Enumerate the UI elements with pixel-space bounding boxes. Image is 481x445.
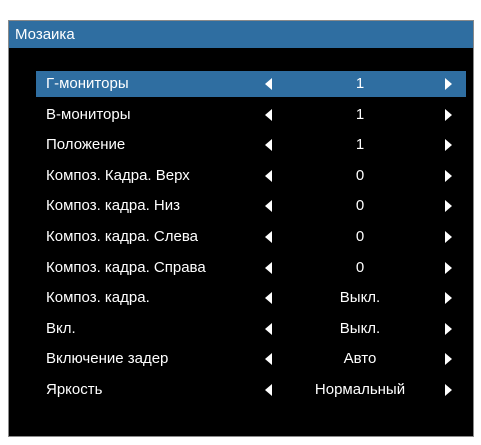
setting-value: Нормальный [314, 380, 406, 398]
triangle-right-icon[interactable] [445, 108, 452, 121]
triangle-left-icon[interactable] [265, 322, 272, 335]
setting-value: 1 [355, 105, 365, 123]
setting-value: 1 [355, 75, 365, 92]
triangle-left-icon[interactable] [265, 292, 272, 305]
triangle-right-icon[interactable] [445, 353, 452, 366]
triangle-left-icon[interactable] [265, 383, 272, 396]
setting-value: Выкл. [339, 319, 381, 337]
menu-title: Мозаика [9, 21, 473, 48]
setting-label: Включение задер [46, 350, 169, 368]
setting-row-brightness[interactable]: Яркость Нормальный [36, 377, 466, 403]
setting-row-position[interactable]: Положение 1 [36, 132, 466, 158]
setting-label: Композ. кадра. Слева [46, 227, 198, 245]
setting-row-h-monitors[interactable]: Г-мониторы 1 [36, 71, 466, 97]
setting-value: 0 [355, 197, 365, 215]
triangle-left-icon[interactable] [265, 108, 272, 121]
setting-row-enable[interactable]: Вкл. Выкл. [36, 316, 466, 342]
setting-row-switch-delay[interactable]: Включение задер Авто [36, 346, 466, 372]
triangle-right-icon[interactable] [445, 139, 452, 152]
setting-label: Вкл. [46, 319, 76, 337]
setting-value: 0 [355, 227, 365, 245]
setting-label: Яркость [46, 380, 103, 398]
setting-value: 1 [355, 136, 365, 154]
setting-value: Авто [343, 350, 377, 368]
triangle-left-icon[interactable] [265, 261, 272, 274]
triangle-left-icon[interactable] [265, 78, 272, 90]
triangle-left-icon[interactable] [265, 139, 272, 152]
setting-label: Композ. кадра. Низ [46, 197, 180, 215]
triangle-right-icon[interactable] [445, 230, 452, 243]
triangle-right-icon[interactable] [445, 169, 452, 182]
triangle-right-icon[interactable] [445, 261, 452, 274]
triangle-right-icon[interactable] [445, 383, 452, 396]
osd-menu-panel: Мозаика Г-мониторы 1 В-мониторы 1 Положе… [8, 20, 474, 437]
setting-row-bezel-left[interactable]: Композ. кадра. Слева 0 [36, 224, 466, 250]
setting-label: В-мониторы [46, 105, 131, 123]
triangle-right-icon[interactable] [445, 322, 452, 335]
setting-label: Положение [46, 136, 126, 154]
triangle-right-icon[interactable] [445, 292, 452, 305]
setting-row-bezel-comp[interactable]: Композ. кадра. Выкл. [36, 285, 466, 311]
triangle-left-icon[interactable] [265, 200, 272, 213]
setting-value: 0 [355, 258, 365, 276]
triangle-right-icon[interactable] [445, 78, 452, 90]
setting-value: Выкл. [339, 289, 381, 307]
setting-row-bezel-top[interactable]: Композ. Кадра. Верх 0 [36, 163, 466, 189]
setting-label: Г-мониторы [46, 75, 129, 92]
settings-list: Г-мониторы 1 В-мониторы 1 Положение 1 Ко… [36, 71, 466, 408]
triangle-left-icon[interactable] [265, 230, 272, 243]
setting-row-bezel-right[interactable]: Композ. кадра. Справа 0 [36, 255, 466, 281]
setting-value: 0 [355, 166, 365, 184]
triangle-left-icon[interactable] [265, 353, 272, 366]
setting-row-bezel-bottom[interactable]: Композ. кадра. Низ 0 [36, 193, 466, 219]
setting-row-v-monitors[interactable]: В-мониторы 1 [36, 102, 466, 128]
triangle-right-icon[interactable] [445, 200, 452, 213]
triangle-left-icon[interactable] [265, 169, 272, 182]
setting-label: Композ. кадра. [46, 289, 150, 307]
setting-label: Композ. Кадра. Верх [46, 166, 190, 184]
setting-label: Композ. кадра. Справа [46, 258, 206, 276]
